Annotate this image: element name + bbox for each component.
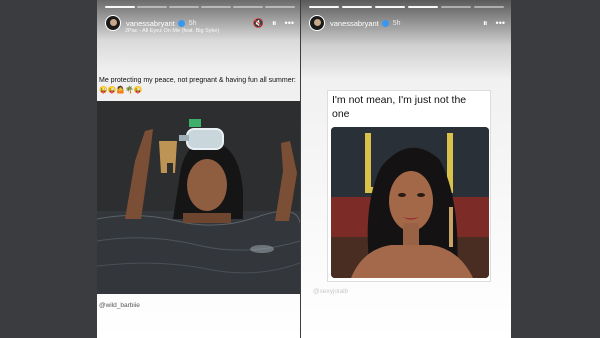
verified-badge-icon (177, 19, 185, 27)
username[interactable]: vanessabryant (126, 19, 175, 28)
avatar[interactable] (105, 15, 121, 31)
story-panel-left[interactable]: vanessabryant 5h 🔇 ⏸ ••• 2Pac - All Eyez… (97, 0, 300, 338)
credit-tag[interactable]: @sexyjolalb (313, 288, 348, 295)
story-progress-bar (105, 6, 295, 8)
meme-photo (331, 127, 489, 278)
more-options-icon[interactable]: ••• (496, 18, 505, 28)
story-progress-bar (309, 6, 505, 8)
username[interactable]: vanessabryant (330, 19, 379, 28)
post-time: 5h (392, 19, 401, 27)
meme-caption: Me protecting my peace, not pregnant & h… (99, 77, 296, 94)
avatar[interactable] (309, 15, 325, 31)
music-label[interactable]: 2Pac - All Eyez On Me (feat. Big Syke) (125, 28, 219, 34)
pause-icon[interactable]: ⏸ (483, 18, 488, 28)
story-viewer: vanessabryant 5h 🔇 ⏸ ••• 2Pac - All Eyez… (0, 0, 600, 338)
story-header: vanessabryant 5h ⏸ ••• (309, 14, 505, 32)
more-options-icon[interactable]: ••• (285, 18, 294, 28)
credit-tag[interactable]: @wild_barbiie (99, 302, 140, 309)
story-panel-right[interactable]: vanessabryant 5h ⏸ ••• I'm not mean, I'm… (301, 0, 511, 338)
verified-badge-icon (381, 19, 389, 27)
meme-photo (97, 101, 300, 294)
meme-card: I'm not mean, I'm just not the one (327, 90, 491, 282)
meme-caption: I'm not mean, I'm just not the one (332, 94, 467, 120)
pause-icon[interactable]: ⏸ (272, 18, 277, 28)
swimming-woman-image (97, 101, 300, 294)
mute-icon[interactable]: 🔇 (253, 18, 264, 28)
portrait-woman-image (331, 127, 489, 278)
post-time: 5h (188, 19, 197, 27)
